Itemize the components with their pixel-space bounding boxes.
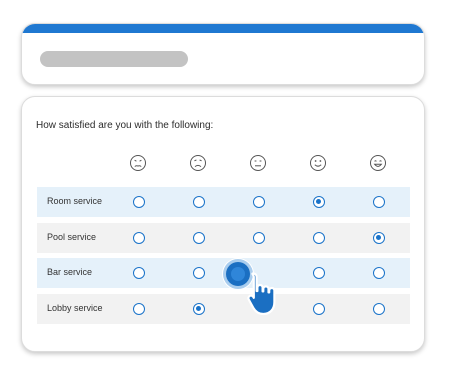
rating-radio-1[interactable] xyxy=(133,303,145,315)
header-accent-bar xyxy=(22,24,424,33)
rating-radio-2[interactable] xyxy=(193,232,205,244)
survey-card: How satisfied are you with the following… xyxy=(21,96,425,352)
rating-radio-1[interactable] xyxy=(133,196,145,208)
very-dissatisfied-face-icon xyxy=(129,154,147,172)
rating-radio-5[interactable] xyxy=(373,232,385,244)
hand-pointer-icon xyxy=(244,269,280,317)
rating-radio-5[interactable] xyxy=(373,267,385,279)
question-text: How satisfied are you with the following… xyxy=(36,120,214,131)
rating-radio-3[interactable] xyxy=(253,232,265,244)
rating-row-pool-service: Pool service xyxy=(37,223,410,253)
rating-radio-2[interactable] xyxy=(193,303,205,315)
rating-row-bar-service: Bar service xyxy=(37,258,410,288)
rating-row-room-service: Room service xyxy=(37,187,410,217)
rating-radio-4[interactable] xyxy=(313,196,325,208)
rating-radio-5[interactable] xyxy=(373,196,385,208)
rating-radio-1[interactable] xyxy=(133,232,145,244)
satisfied-face-icon xyxy=(309,154,327,172)
rating-radio-4[interactable] xyxy=(313,303,325,315)
survey-header-card xyxy=(21,23,425,85)
row-label: Lobby service xyxy=(47,303,103,313)
rating-radio-2[interactable] xyxy=(193,267,205,279)
row-label: Room service xyxy=(47,196,103,206)
rating-radio-3[interactable] xyxy=(253,196,265,208)
rating-radio-4[interactable] xyxy=(313,232,325,244)
very-satisfied-face-icon xyxy=(369,154,387,172)
title-placeholder xyxy=(40,51,188,67)
rating-radio-1[interactable] xyxy=(133,267,145,279)
row-label: Pool service xyxy=(47,232,97,242)
rating-radio-5[interactable] xyxy=(373,303,385,315)
neutral-face-icon xyxy=(249,154,267,172)
row-label: Bar service xyxy=(47,267,93,277)
rating-row-lobby-service: Lobby service xyxy=(37,294,410,324)
rating-radio-4[interactable] xyxy=(313,267,325,279)
rating-radio-2[interactable] xyxy=(193,196,205,208)
dissatisfied-face-icon xyxy=(189,154,207,172)
